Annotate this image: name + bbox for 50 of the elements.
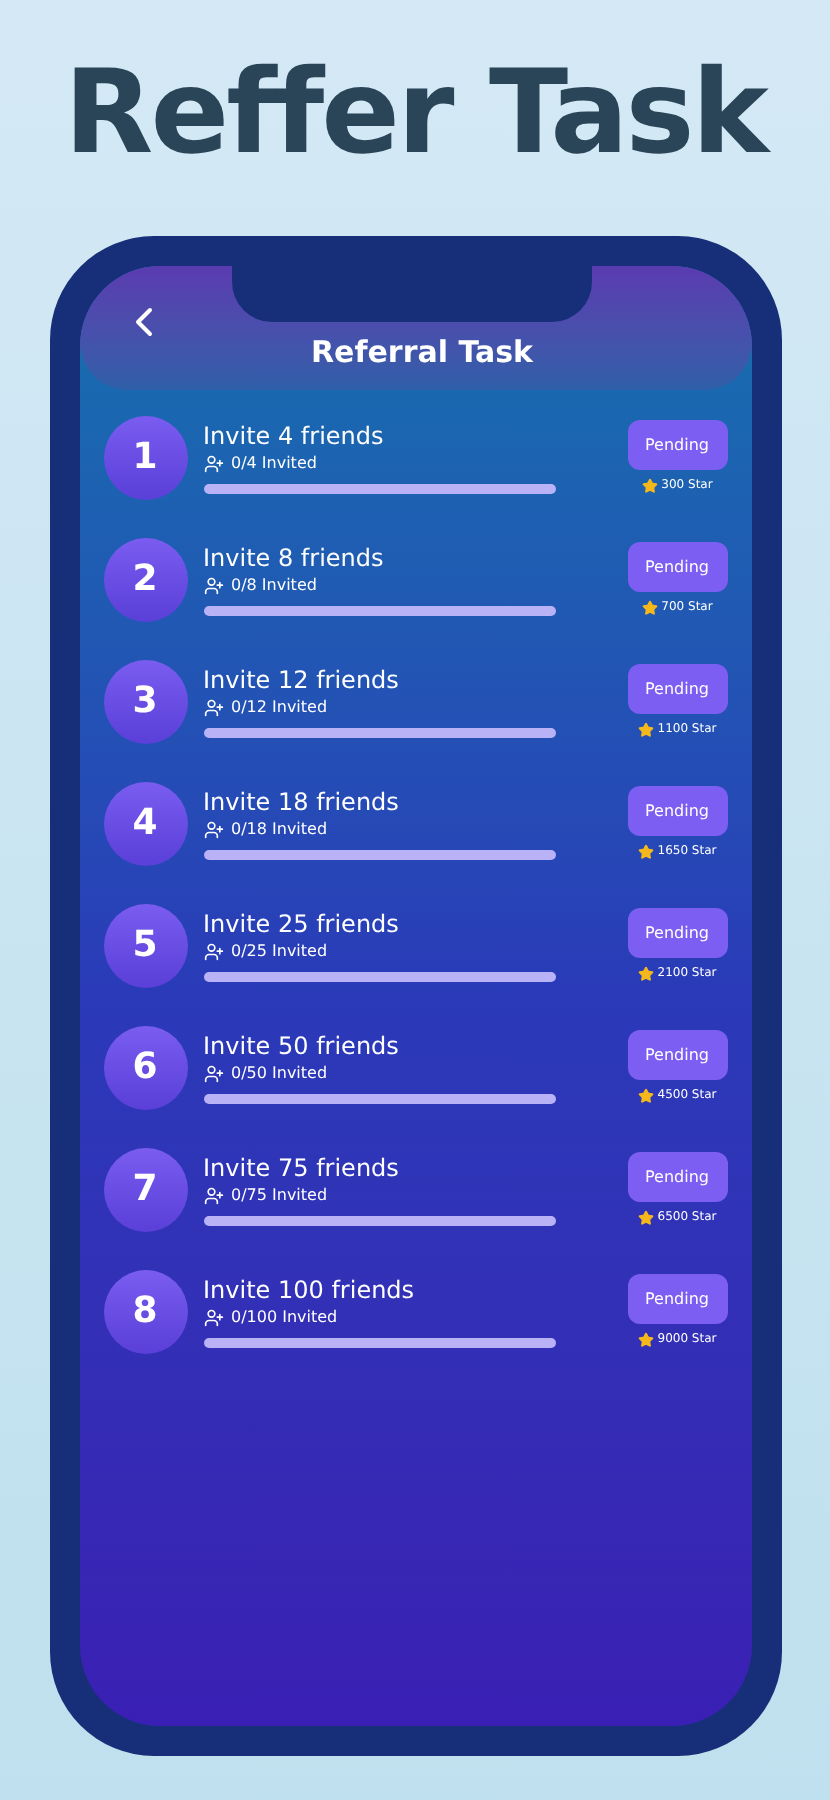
user-plus-icon [203, 697, 223, 717]
pending-button[interactable]: Pending [627, 1030, 727, 1080]
invited-count: 0/4 Invited [231, 453, 317, 473]
invited-count: 0/12 Invited [231, 697, 328, 717]
screen-title: Referral Task [311, 331, 534, 373]
pending-button[interactable]: Pending [627, 1152, 727, 1202]
task-title: Invite 4 friends [203, 421, 386, 451]
user-plus-icon [203, 941, 223, 961]
step-number: 8 [103, 1269, 187, 1353]
user-plus-icon [203, 575, 223, 595]
star-icon [641, 478, 658, 494]
star-icon [637, 966, 654, 982]
headline: Reffer Task [64, 42, 766, 184]
step-number: 5 [103, 903, 187, 987]
pending-button[interactable]: Pending [627, 908, 727, 958]
star-icon [637, 1088, 654, 1104]
task-title: Invite 8 friends [203, 543, 386, 573]
invited-count: 0/50 Invited [231, 1063, 328, 1083]
pending-button[interactable]: Pending [627, 542, 727, 592]
star-icon [637, 722, 654, 738]
pending-button[interactable]: Pending [627, 786, 727, 836]
task-title: Invite 75 friends [203, 1153, 401, 1183]
invited-count: 0/18 Invited [231, 819, 328, 839]
task-title: Invite 50 friends [203, 1031, 401, 1061]
task-title: Invite 25 friends [203, 909, 401, 939]
task-title: Invite 18 friends [203, 787, 401, 817]
user-plus-icon [203, 453, 223, 473]
task-title: Invite 12 friends [203, 665, 401, 695]
task-title: Invite 100 friends [203, 1275, 417, 1305]
user-plus-icon [203, 1307, 223, 1327]
user-plus-icon [203, 1063, 223, 1083]
step-number: 1 [103, 415, 187, 499]
step-number: 4 [103, 781, 187, 865]
pending-button[interactable]: Pending [627, 1274, 727, 1324]
invited-count: 0/100 Invited [231, 1307, 338, 1327]
step-number: 6 [103, 1025, 187, 1109]
invited-count: 0/8 Invited [231, 575, 317, 595]
user-plus-icon [203, 1185, 223, 1205]
step-number: 7 [103, 1147, 187, 1231]
user-plus-icon [203, 819, 223, 839]
step-number: 3 [103, 659, 187, 743]
invited-count: 0/75 Invited [231, 1185, 328, 1205]
star-icon [641, 600, 658, 616]
invited-count: 0/25 Invited [231, 941, 328, 961]
step-number: 2 [103, 537, 187, 621]
pending-button[interactable]: Pending [627, 664, 727, 714]
star-icon [637, 1210, 654, 1226]
star-icon [637, 1332, 654, 1348]
pending-button[interactable]: Pending [627, 420, 727, 470]
star-icon [637, 844, 654, 860]
